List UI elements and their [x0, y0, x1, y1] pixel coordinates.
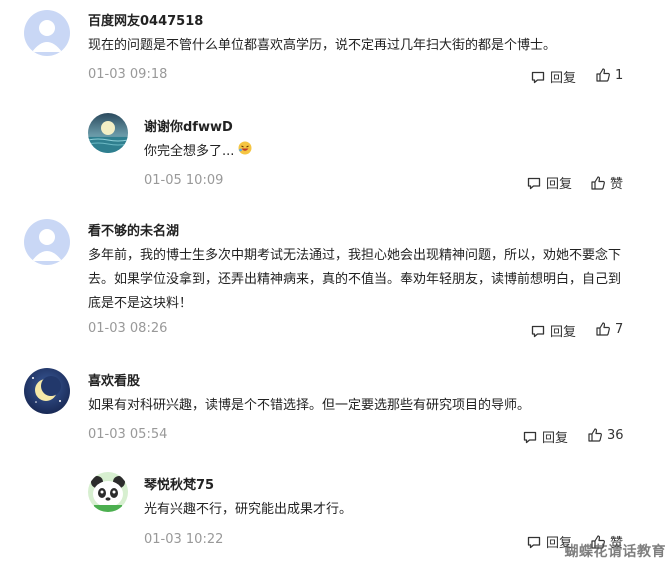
like-count: 36: [607, 427, 624, 443]
like-label: 赞: [610, 177, 624, 192]
reply-icon: [530, 69, 546, 85]
reply-button[interactable]: 回复: [526, 173, 572, 192]
laughing-emoji-icon: [238, 140, 252, 164]
default-avatar-icon[interactable]: [24, 219, 70, 265]
timestamp: 01-03 09:18: [88, 67, 168, 82]
watermark: 蝴蝶花请话教育: [564, 544, 666, 560]
like-button[interactable]: 36: [587, 427, 624, 443]
reply-icon: [530, 323, 546, 339]
reply-icon: [526, 175, 542, 191]
like-button[interactable]: 7: [595, 321, 623, 337]
reply-icon: [522, 429, 538, 445]
thumbs-up-icon: [595, 67, 611, 83]
username[interactable]: 看不够的未名湖: [88, 220, 179, 239]
username[interactable]: 百度网友0447518: [88, 10, 203, 29]
reply-label: 回复: [542, 431, 569, 446]
username[interactable]: 喜欢看股: [88, 370, 140, 389]
reply-button[interactable]: 回复: [522, 427, 568, 446]
like-count: 7: [615, 321, 624, 337]
username[interactable]: 琴悦秋梵75: [144, 474, 214, 493]
like-count: 1: [615, 67, 624, 83]
thumbs-up-icon: [587, 427, 603, 443]
reply-button[interactable]: 回复: [530, 321, 576, 340]
thumbs-up-icon: [590, 175, 606, 191]
night-sea-avatar-icon[interactable]: [88, 113, 128, 153]
timestamp: 01-03 05:54: [88, 427, 168, 442]
comment-text: 如果有对科研兴趣，读博是个不错选择。但一定要选那些有研究项目的导师。: [88, 398, 531, 413]
timestamp: 01-05 10:09: [144, 173, 224, 188]
like-button[interactable]: 1: [595, 67, 623, 83]
reply-label: 回复: [550, 71, 577, 86]
comment-text: 多年前，我的博士生多次中期考试无法通过，我担心她会出现精神问题，所以，劝她不要念…: [88, 248, 622, 311]
comment-text-content: 你完全想多了...: [144, 144, 235, 159]
comment-text: 你完全想多了...: [144, 140, 544, 164]
reply-icon: [526, 534, 542, 550]
reply-button[interactable]: 回复: [530, 67, 576, 86]
moon-avatar-icon[interactable]: [24, 368, 70, 414]
username[interactable]: 谢谢你dfwwD: [144, 116, 233, 135]
timestamp: 01-03 08:26: [88, 321, 168, 336]
timestamp: 01-03 10:22: [144, 532, 224, 547]
reply-label: 回复: [546, 177, 573, 192]
thumbs-up-icon: [595, 321, 611, 337]
panda-avatar-icon[interactable]: [88, 472, 128, 512]
comment-text: 光有兴趣不行，研究能出成果才行。: [144, 502, 353, 517]
like-button[interactable]: 赞: [590, 173, 623, 192]
reply-label: 回复: [550, 325, 577, 340]
default-avatar-icon[interactable]: [24, 10, 70, 56]
comment-text: 现在的问题是不管什么单位都喜欢高学历，说不定再过几年扫大街的都是个博士。: [88, 38, 557, 53]
